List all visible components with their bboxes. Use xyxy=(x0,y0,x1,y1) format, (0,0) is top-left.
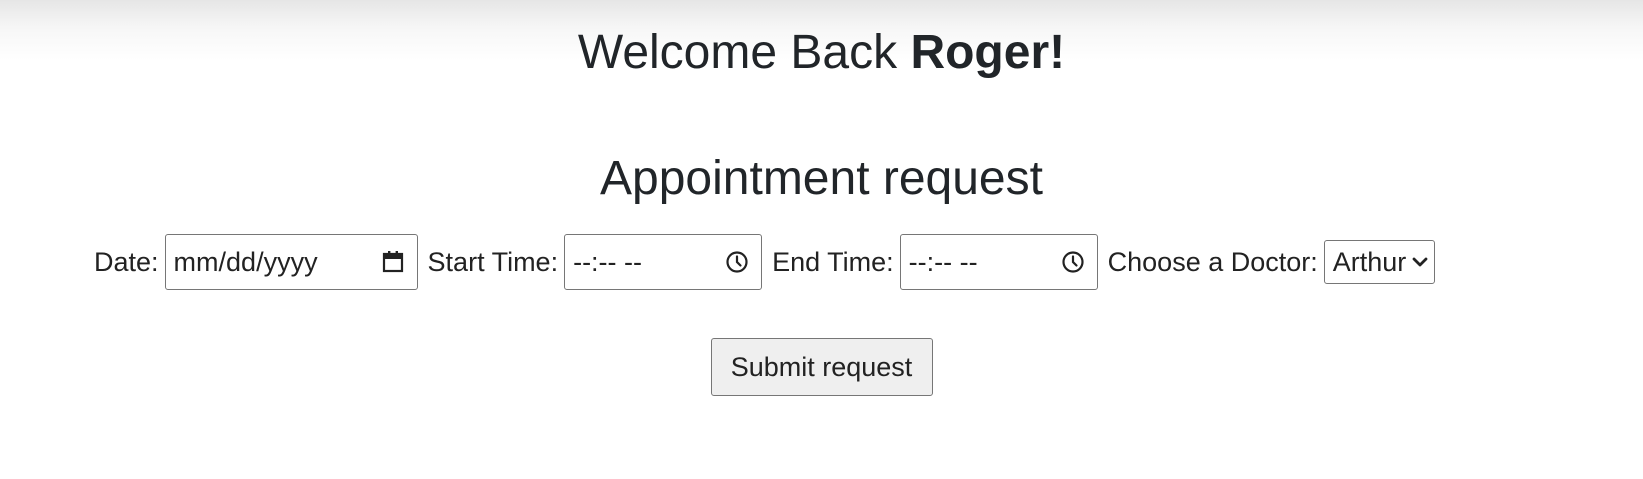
appointment-form-row: Date: mm/dd/yyyy Start Time: --:-- -- En… xyxy=(94,234,1436,290)
clock-icon[interactable] xyxy=(1059,248,1087,276)
date-input[interactable]: mm/dd/yyyy xyxy=(164,234,418,290)
doctor-selected-value: Arthur xyxy=(1332,246,1407,277)
doctor-select[interactable]: Arthur xyxy=(1323,240,1436,284)
clock-icon[interactable] xyxy=(723,248,751,276)
start-time-placeholder: --:-- -- xyxy=(573,246,643,277)
start-time-input[interactable]: --:-- -- xyxy=(564,234,763,290)
submit-wrap: Submit request xyxy=(0,338,1643,396)
form-title: Appointment request xyxy=(600,152,1043,205)
date-label: Date: xyxy=(94,246,159,277)
end-time-placeholder: --:-- -- xyxy=(908,246,978,277)
page: Welcome Back Roger! Appointment request … xyxy=(0,0,1643,479)
chevron-down-icon xyxy=(1412,256,1428,268)
submit-request-button[interactable]: Submit request xyxy=(710,338,933,396)
start-time-label: Start Time: xyxy=(427,246,559,277)
welcome-heading: Welcome Back Roger! xyxy=(0,24,1643,82)
doctor-label: Choose a Doctor: xyxy=(1107,246,1318,277)
end-time-input[interactable]: --:-- -- xyxy=(899,234,1098,290)
user-name: Roger! xyxy=(910,26,1066,79)
date-placeholder: mm/dd/yyyy xyxy=(173,246,318,277)
welcome-prefix: Welcome Back xyxy=(577,26,911,79)
calendar-icon[interactable] xyxy=(379,248,407,276)
end-time-label: End Time: xyxy=(772,246,894,277)
